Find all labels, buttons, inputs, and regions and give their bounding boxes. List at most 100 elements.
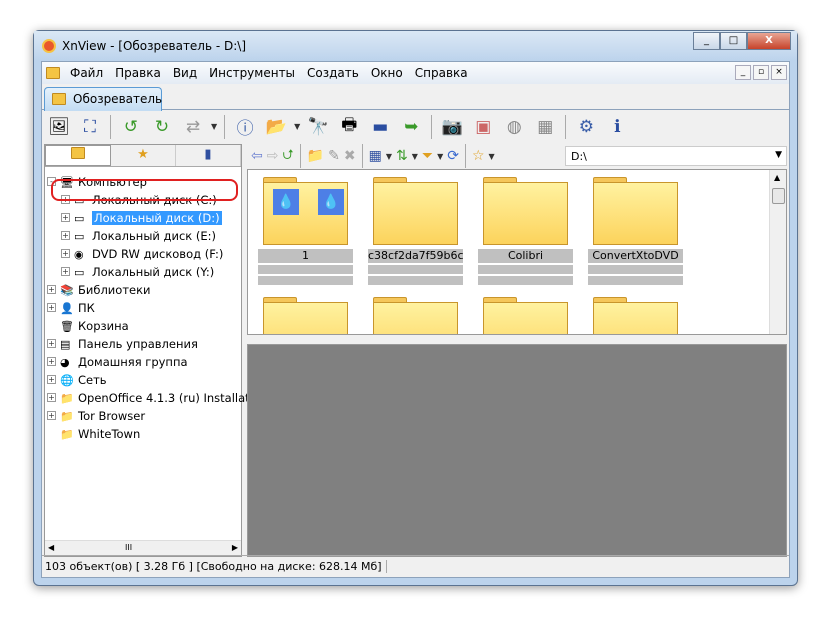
tree-node[interactable]: + 👤 ПК [47,299,95,316]
address-value: D:\ [571,150,587,163]
menu-create[interactable]: Создать [301,66,365,80]
browser-toolbar: ⇦ ⇨ ⮍ 📁 ✎ ✖ ▦ ▼ ⇅ ▼ ⏷ ▼ ⟳ ☆ ▼ D:\ ▼ [247,144,787,168]
tree-node-label: WhiteTown [78,426,141,441]
scanner-icon[interactable]: ▬ [367,114,393,140]
back-arrow-icon[interactable]: ⇦ [251,148,263,164]
expand-toggle[interactable]: + [61,249,70,258]
folders-icon [71,147,85,159]
close-button[interactable]: X [747,32,791,50]
expand-toggle[interactable]: + [47,375,56,384]
chevron-down-icon[interactable]: ▼ [775,150,782,160]
web-icon[interactable]: ◍ [501,114,527,140]
tab-catalog[interactable]: ▮ [176,145,241,166]
tree-node-label: Локальный диск (D:) [92,210,222,225]
rename-icon[interactable]: ✎ [328,148,340,164]
thumbnail-item[interactable] [258,297,353,334]
menu-tools[interactable]: Инструменты [203,66,301,80]
thumbnail-item[interactable]: Colibri [478,177,573,285]
about-info-icon[interactable]: ℹ [604,114,630,140]
tab-favorites[interactable]: ★ [111,145,176,166]
slideshow-icon[interactable]: ➥ [398,114,424,140]
tree-node[interactable]: + 📁 Tor Browser [47,407,145,424]
fullscreen-icon[interactable]: ⛶ [77,114,103,140]
thumbnail-label: ConvertXtoDVD [588,249,683,263]
info-icon[interactable]: ⓘ [232,114,258,140]
mdi-minimize-button[interactable]: _ [735,65,751,80]
thumbnail-item[interactable] [588,297,683,334]
thumbnail-item[interactable]: ConvertXtoDVD [588,177,683,285]
menu-window[interactable]: Окно [365,66,409,80]
menu-view[interactable]: Вид [167,66,203,80]
favorites-star-icon[interactable]: ☆ [472,148,485,164]
copy-to-folder-icon[interactable]: 📂 [263,114,289,140]
batch-icon[interactable]: ▦ [532,114,558,140]
thumbnail-item[interactable] [368,297,463,334]
tree-node-label: ПК [78,300,95,315]
rotate-left-icon[interactable]: ↺ [118,114,144,140]
filter-funnel-icon[interactable]: ⏷ [422,148,433,164]
tree-node[interactable]: + 🌐 Сеть [47,371,107,388]
search-binoculars-icon[interactable]: 🔭 [305,114,331,140]
folder-icon [263,297,348,334]
expand-toggle[interactable]: + [47,285,56,294]
maximize-button[interactable]: □ [720,32,747,50]
rotate-right-icon[interactable]: ↻ [149,114,175,140]
minimize-button[interactable]: _ [693,32,720,50]
up-folder-icon[interactable]: ⮍ [282,144,293,168]
tree-node[interactable]: + ◉ DVD RW дисковод (F:) [61,245,223,262]
tab-browser[interactable]: Обозреватель [44,87,162,111]
address-combobox[interactable]: D:\ ▼ [565,146,787,166]
thumbnail-label: Colibri [478,249,573,263]
tree-node[interactable]: + ▭ Локальный диск (Y:) [61,263,214,280]
tree-node[interactable]: + 📚 Библиотеки [47,281,151,298]
tree-node[interactable]: + 📁 OpenOffice 4.1.3 (ru) Installatic [47,389,259,406]
expand-toggle[interactable]: + [61,213,70,222]
forward-arrow-icon[interactable]: ⇨ [267,148,279,164]
expand-toggle[interactable]: + [47,393,56,402]
status-free-space: [Свободно на диске: 628.14 Мб] [196,560,387,573]
new-folder-icon[interactable]: 📁 [307,148,324,164]
delete-icon[interactable]: ✖ [344,148,356,164]
expand-toggle[interactable]: + [61,267,70,276]
expand-toggle[interactable]: + [47,411,56,420]
tree-node[interactable]: + ▤ Панель управления [47,335,198,352]
disk-icon: ▭ [74,229,85,243]
expand-toggle[interactable]: + [47,339,56,348]
tree-hscrollbar[interactable]: ◀ III ▶ [45,540,241,556]
tree-node-label: Библиотеки [78,282,151,297]
window-title: XnView - [Обозреватель - D:\] [62,39,247,53]
mdi-close-button[interactable]: × [771,65,787,80]
recycle-bin-icon: 🗑 [60,319,74,333]
screen-capture-icon[interactable]: 📷 [439,114,465,140]
title-bar[interactable]: XnView - [Обозреватель - D:\] _ □ X [34,31,797,61]
tree-node[interactable]: 📁 WhiteTown [47,425,140,442]
menu-file[interactable]: Файл [64,66,109,80]
settings-gear-icon[interactable]: ⚙ [573,114,599,140]
tree-node[interactable]: + ▭ Локальный диск (D:) [61,209,222,226]
tab-label: Обозреватель [73,92,163,106]
print-icon[interactable]: 🖶 [336,114,362,140]
tab-folders[interactable] [45,145,111,166]
tree-node[interactable]: + ▭ Локальный диск (E:) [61,227,216,244]
menu-help[interactable]: Справка [409,66,474,80]
expand-toggle[interactable]: + [61,231,70,240]
refresh-icon[interactable]: ⟳ [447,148,459,164]
menu-edit[interactable]: Правка [109,66,167,80]
expand-toggle[interactable]: + [47,303,56,312]
folder-icon: 📁 [60,427,74,441]
status-count: 103 объект(ов) [ 3.28 Гб ] [45,560,193,573]
wallpaper-icon[interactable]: ▣ [470,114,496,140]
mdi-restore-button[interactable]: ▫ [753,65,769,80]
view-mode-grid-icon[interactable]: ▦ [369,148,382,164]
convert-icon[interactable]: ⇄ [180,114,206,140]
thumbnail-item[interactable] [478,297,573,334]
panel-splitter[interactable] [247,335,787,343]
thumbnail-item[interactable]: 💧 💧 1 [258,177,353,285]
thumbnail-item[interactable]: c38cf2da7f59b6c... [368,177,463,285]
tree-node[interactable]: 🗑 Корзина [47,317,129,334]
view-image-icon[interactable]: 🖼 [46,114,72,140]
tree-node[interactable]: + ◕ Домашняя группа [47,353,188,370]
sort-icon[interactable]: ⇅ [396,148,408,164]
thumbnail-vscrollbar[interactable]: ▲ [769,170,786,334]
expand-toggle[interactable]: + [47,357,56,366]
